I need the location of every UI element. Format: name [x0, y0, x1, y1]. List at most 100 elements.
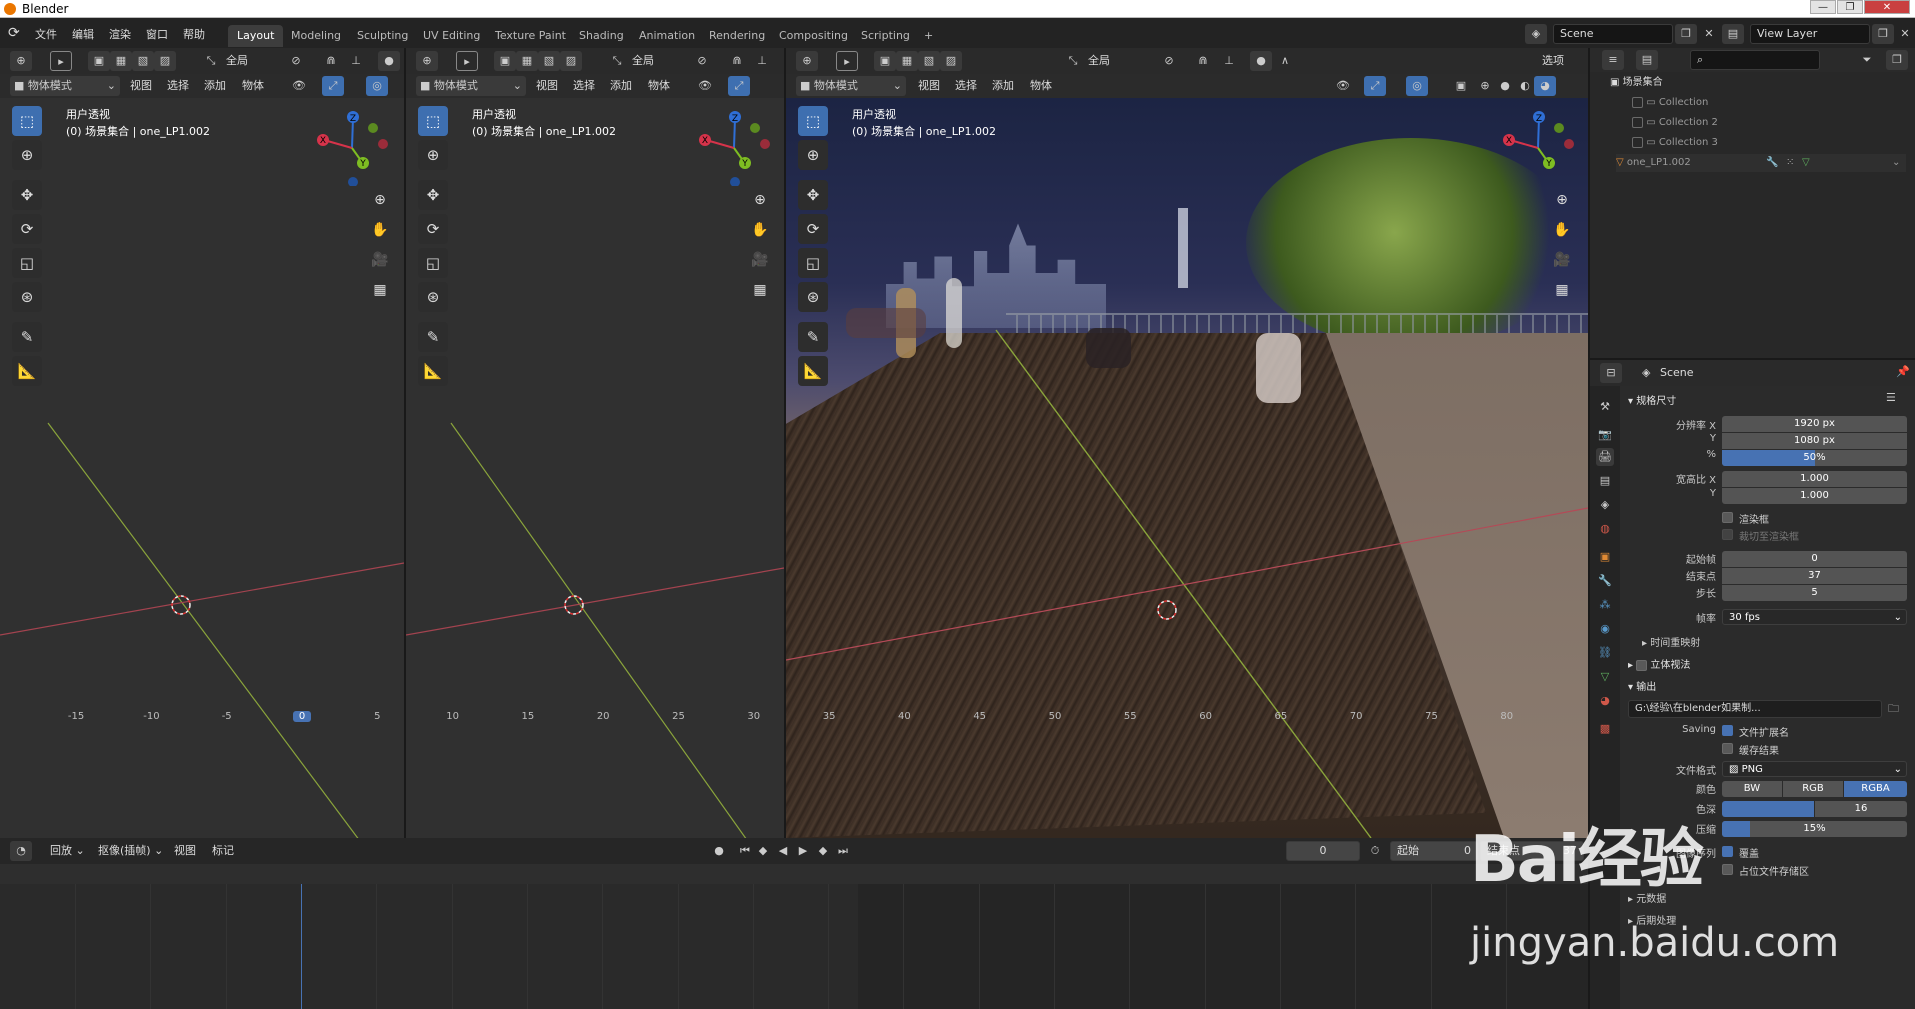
gizmo-toggle-icon[interactable]: ⤢ — [322, 76, 344, 96]
select-mode-new-icon[interactable]: ▣ — [494, 51, 516, 71]
tool-measure[interactable]: 📐 — [798, 356, 828, 386]
blender-menu-icon[interactable]: ⟳ — [8, 25, 20, 41]
tool-rotate[interactable]: ⟳ — [12, 214, 42, 244]
exclude-checkbox[interactable] — [1632, 96, 1643, 108]
menu-render[interactable]: 渲染 — [109, 26, 131, 42]
preview-range-icon[interactable]: ⏱ — [1364, 841, 1386, 861]
modifier-tab-icon[interactable]: 🔧 — [1596, 572, 1614, 590]
tab-modeling[interactable]: Modeling — [282, 25, 350, 47]
select-mode-invert-icon[interactable]: ▨ — [560, 51, 582, 71]
tool-cursor[interactable]: ⊕ — [12, 140, 42, 170]
menu-view[interactable]: 视图 — [532, 76, 562, 96]
tool-settings-tab-icon[interactable]: ⚒ — [1596, 398, 1614, 416]
resolution-percent-slider[interactable]: 50% — [1722, 450, 1907, 466]
visibility-icon[interactable]: 👁 — [1332, 76, 1354, 96]
tool-cursor[interactable]: ⊕ — [798, 140, 828, 170]
tool-move[interactable]: ✥ — [12, 180, 42, 210]
outliner-search-input[interactable]: ⌕ — [1690, 50, 1820, 70]
view-layer-tab-icon[interactable]: ▤ — [1596, 472, 1614, 490]
select-tool-icon[interactable]: ▸ — [456, 51, 478, 71]
file-extensions-checkbox[interactable] — [1722, 725, 1733, 736]
snap-icon[interactable]: ⋒ — [320, 51, 342, 71]
snap-icon[interactable]: ⋒ — [726, 51, 748, 71]
prev-keyframe-icon[interactable]: ◆ — [752, 841, 774, 861]
tool-scale[interactable]: ◱ — [12, 248, 42, 278]
tool-transform[interactable]: ⊛ — [12, 282, 42, 312]
close-button[interactable]: ✕ — [1864, 0, 1910, 14]
tool-scale[interactable]: ◱ — [798, 248, 828, 278]
navigation-gizmo[interactable]: Z X Y — [692, 106, 772, 186]
new-view-layer-icon[interactable]: ❐ — [1872, 24, 1894, 44]
navigation-gizmo[interactable]: Z X Y — [310, 106, 390, 186]
pan-hand-icon[interactable]: ✋ — [1550, 218, 1574, 242]
shading-material-icon[interactable]: ◐ — [1514, 76, 1536, 96]
texture-tab-icon[interactable]: ▩ — [1596, 720, 1614, 738]
snap-target-icon[interactable]: ⊥ — [751, 51, 773, 71]
properties-editor-type-icon[interactable]: ⊟ — [1600, 363, 1622, 383]
particles-tab-icon[interactable]: ⁂ — [1596, 596, 1614, 614]
menu-keying[interactable]: 抠像(插帧) ⌄ — [94, 841, 167, 861]
transform-orientation-icon[interactable]: ⤡ — [1062, 51, 1084, 71]
exclude-checkbox[interactable] — [1632, 136, 1643, 148]
output-path-input[interactable]: G:\经验\在blender如果制... — [1628, 700, 1882, 718]
view-layer-field[interactable]: View Layer — [1750, 24, 1870, 44]
snap-target-icon[interactable]: ⊥ — [1218, 51, 1240, 71]
select-mode-subtract-icon[interactable]: ▧ — [918, 51, 940, 71]
gizmo-toggle-icon[interactable]: ⤢ — [1364, 76, 1386, 96]
playhead-frame-label[interactable]: 0 — [293, 711, 311, 722]
menu-add[interactable]: 添加 — [988, 76, 1018, 96]
color-depth-8-button[interactable] — [1722, 801, 1814, 817]
outliner-item-collection-2[interactable]: ▭ Collection 2 — [1632, 114, 1718, 132]
tool-annotate[interactable]: ✎ — [12, 322, 42, 352]
timeline-editor-type-icon[interactable]: ◔ — [10, 841, 32, 861]
scene-tab-icon[interactable]: ◈ — [1596, 496, 1614, 514]
proportional-edit-icon[interactable]: ● — [1250, 51, 1272, 71]
menu-add[interactable]: 添加 — [200, 76, 230, 96]
tool-move[interactable]: ✥ — [798, 180, 828, 210]
color-bw-button[interactable]: BW — [1722, 781, 1782, 797]
menu-select[interactable]: 选择 — [951, 76, 981, 96]
menu-timeline-view[interactable]: 视图 — [170, 841, 200, 861]
editor-type-icon[interactable]: ⊕ — [796, 51, 818, 71]
tool-scale[interactable]: ◱ — [418, 248, 448, 278]
delete-scene-icon[interactable]: ✕ — [1698, 24, 1720, 44]
menu-file[interactable]: 文件 — [35, 26, 57, 42]
gizmo-toggle-icon[interactable]: ⤢ — [728, 76, 750, 96]
tab-scripting[interactable]: Scripting — [852, 25, 919, 47]
falloff-icon[interactable]: ∧ — [1274, 51, 1296, 71]
tool-annotate[interactable]: ✎ — [418, 322, 448, 352]
menu-object[interactable]: 物体 — [238, 76, 268, 96]
tool-annotate[interactable]: ✎ — [798, 322, 828, 352]
shading-wireframe-icon[interactable]: ⊕ — [1474, 76, 1496, 96]
overlay-toggle-icon[interactable]: ◎ — [1406, 76, 1428, 96]
tool-measure[interactable]: 📐 — [418, 356, 448, 386]
camera-view-icon[interactable]: 🎥 — [368, 248, 392, 272]
minimize-button[interactable]: — — [1810, 0, 1836, 14]
menu-object[interactable]: 物体 — [644, 76, 674, 96]
tab-compositing[interactable]: Compositing — [770, 25, 857, 47]
visibility-icon[interactable]: 👁 — [694, 76, 716, 96]
pan-hand-icon[interactable]: ✋ — [368, 218, 392, 242]
tab-shading[interactable]: Shading — [570, 25, 633, 47]
menu-select[interactable]: 选择 — [163, 76, 193, 96]
color-rgba-button[interactable]: RGBA — [1844, 781, 1907, 797]
overlay-toggle-icon[interactable]: ◎ — [366, 76, 388, 96]
tab-animation[interactable]: Animation — [630, 25, 704, 47]
editor-type-icon[interactable]: ⊕ — [10, 51, 32, 71]
next-keyframe-icon[interactable]: ◆ — [812, 841, 834, 861]
select-mode-subtract-icon[interactable]: ▧ — [538, 51, 560, 71]
jump-end-icon[interactable]: ⏭ — [832, 841, 854, 861]
cache-result-checkbox[interactable] — [1722, 743, 1733, 754]
shading-solid-icon[interactable]: ● — [1494, 76, 1516, 96]
snap-target-icon[interactable]: ⊥ — [345, 51, 367, 71]
menu-view[interactable]: 视图 — [126, 76, 156, 96]
output-tab-icon[interactable]: 🖨 — [1596, 448, 1614, 466]
resolution-x-field[interactable]: 1920 px — [1722, 416, 1907, 432]
editor-type-icon[interactable]: ⊕ — [416, 51, 438, 71]
scene-selector-icon[interactable]: ◈ — [1525, 24, 1547, 44]
maximize-button[interactable]: ❐ — [1837, 0, 1863, 14]
tool-measure[interactable]: 📐 — [12, 356, 42, 386]
overwrite-checkbox[interactable] — [1722, 846, 1733, 857]
pivot-icon[interactable]: ⊘ — [285, 51, 307, 71]
tab-layout[interactable]: Layout — [228, 25, 284, 47]
